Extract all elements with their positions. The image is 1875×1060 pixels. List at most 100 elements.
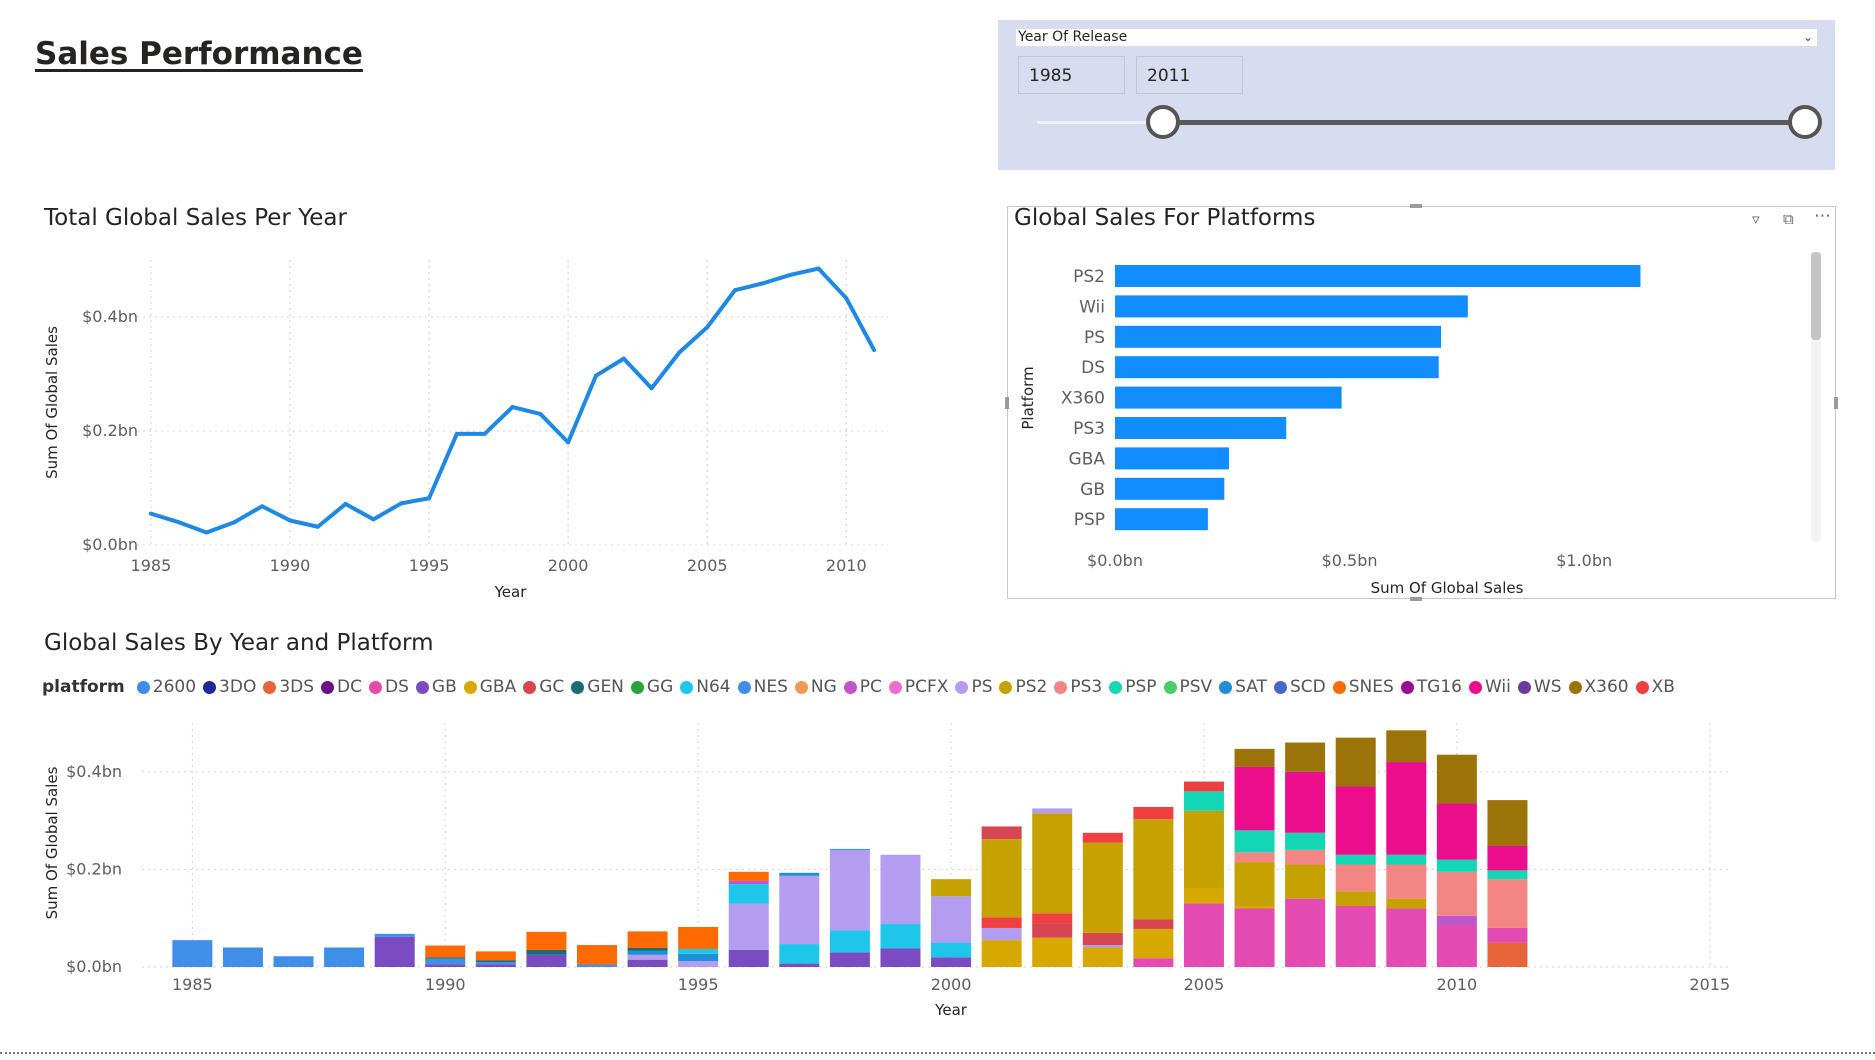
legend-label: 3DS: [279, 677, 315, 697]
legend-item-gc[interactable]: GC: [523, 677, 564, 697]
stack-bar-segment: [1285, 832, 1326, 850]
legend-item-gg[interactable]: GG: [630, 677, 673, 697]
stacked-chart-legend: platform 2600 3DO 3DS DC DS GB GBA GC GEN GG N64 NE…: [42, 676, 1682, 698]
legend-swatch: [1635, 680, 1649, 694]
legend-item-scd[interactable]: SCD: [1273, 677, 1326, 697]
stack-bar-segment: [880, 854, 921, 925]
legend-item-dc[interactable]: DC: [321, 677, 362, 697]
stack-bar-segment: [1285, 849, 1326, 865]
legend-item-3ds[interactable]: 3DS: [263, 677, 314, 697]
stack-bar-segment: [1234, 906, 1275, 909]
stack-bar-segment: [1183, 888, 1224, 904]
stack-bar-segment: [627, 954, 668, 960]
hbar-bar: [1115, 265, 1641, 287]
legend-item-wii[interactable]: Wii: [1469, 677, 1511, 697]
hbar-scrollbar-thumb[interactable]: [1811, 252, 1821, 340]
slicer-handle-start[interactable]: [1146, 105, 1180, 139]
legend-label: SCD: [1289, 677, 1326, 697]
line-point: [816, 266, 821, 271]
stack-y-axis-label: Sum Of Global Sales: [43, 766, 61, 919]
legend-item-3do[interactable]: 3DO: [203, 677, 256, 697]
legend-item-ng[interactable]: NG: [794, 677, 837, 697]
line-point: [760, 281, 765, 286]
hbar-x-tick-label: $0.5bn: [1322, 551, 1378, 570]
legend-item-ps2[interactable]: PS2: [999, 677, 1047, 697]
legend-label: GB: [431, 677, 457, 697]
stack-bar-segment: [475, 964, 516, 967]
legend-item-gb[interactable]: GB: [415, 677, 457, 697]
stack-bar-segment: [1234, 830, 1275, 853]
legend-item-tg16[interactable]: TG16: [1400, 677, 1462, 697]
legend-item-xb[interactable]: XB: [1635, 677, 1675, 697]
legend-item-sat[interactable]: SAT: [1219, 677, 1267, 697]
legend-label: PS2: [1015, 677, 1048, 697]
stack-bar-segment: [931, 957, 972, 967]
legend-item-ps[interactable]: PS: [955, 677, 992, 697]
legend-item-nes[interactable]: NES: [737, 677, 788, 697]
stack-bar-segment: [1285, 864, 1326, 899]
stack-bar-segment: [1183, 781, 1224, 792]
stack-bar-segment: [1487, 927, 1528, 943]
stacked-chart-title: Global Sales By Year and Platform: [44, 630, 434, 656]
slicer-handle-end[interactable]: [1788, 105, 1822, 139]
stack-bar-segment: [425, 957, 466, 959]
legend-item-pcfx[interactable]: PCFX: [888, 677, 948, 697]
stack-bar-segment: [981, 927, 1022, 941]
stack-bar-segment: [374, 933, 415, 937]
legend-item-gen[interactable]: GEN: [571, 677, 624, 697]
legend-item-pc[interactable]: PC: [843, 677, 882, 697]
stack-bar-segment: [1183, 791, 1224, 811]
legend-item-snes[interactable]: SNES: [1332, 677, 1394, 697]
legend-item-2600[interactable]: 2600: [136, 677, 196, 697]
slicer-track-unselected: [1037, 121, 1163, 124]
stack-bar-segment: [1082, 932, 1123, 946]
line-point: [733, 288, 738, 293]
slicer-to-input[interactable]: 2011: [1136, 56, 1243, 94]
frame-handle-top[interactable]: [1410, 204, 1422, 208]
line-series: [150, 266, 876, 535]
stack-x-tick-label: 2005: [1184, 975, 1225, 994]
stack-bar-segment: [172, 940, 213, 967]
legend-item-psp[interactable]: PSP: [1109, 677, 1157, 697]
hbar-category-label: GBA: [1069, 449, 1106, 469]
slicer-from-input[interactable]: 1985: [1018, 56, 1125, 94]
slicer-track-selected[interactable]: [1163, 120, 1805, 125]
legend-item-ws[interactable]: WS: [1517, 677, 1562, 697]
stack-x-tick-label: 2000: [931, 975, 972, 994]
legend-item-ps3[interactable]: PS3: [1054, 677, 1102, 697]
filter-icon[interactable]: ▿: [1752, 210, 1760, 228]
legend-label: PS3: [1070, 677, 1103, 697]
stack-bar-segment: [829, 848, 870, 850]
line-point: [399, 501, 404, 506]
legend-item-n64[interactable]: N64: [680, 677, 731, 697]
stack-bar-segment: [1386, 854, 1427, 865]
legend-item-psv[interactable]: PSV: [1163, 677, 1212, 697]
stack-bar-segment: [1487, 879, 1528, 928]
chevron-down-icon[interactable]: ⌄: [1803, 29, 1813, 46]
stack-bar-segment: [1234, 852, 1275, 863]
line-y-tick-label: $0.4bn: [82, 307, 138, 326]
focus-mode-icon[interactable]: ⧉: [1783, 210, 1794, 228]
legend-item-x360[interactable]: X360: [1568, 677, 1629, 697]
stack-bar-segment: [1285, 771, 1326, 833]
line-point: [705, 325, 710, 330]
stack-bar-segment: [222, 947, 263, 967]
stack-bar-segment: [1335, 864, 1376, 892]
stack-bar-segment: [1386, 864, 1427, 899]
stack-bar-segment: [1386, 898, 1427, 909]
legend-swatch: [1469, 680, 1482, 694]
line-point: [538, 411, 543, 416]
legend-label: WS: [1533, 677, 1562, 697]
legend-label: NG: [810, 677, 837, 697]
more-options-icon[interactable]: ⋯: [1814, 206, 1831, 226]
legend-item-gba[interactable]: GBA: [463, 677, 516, 697]
legend-item-ds[interactable]: DS: [369, 677, 409, 697]
legend-swatch: [369, 680, 383, 694]
stack-bar-segment: [1335, 786, 1376, 855]
stack-bar-segment: [425, 958, 466, 965]
stack-bar-segment: [273, 956, 314, 967]
stack-bar-segment: [779, 875, 820, 945]
slicer-field-dropdown[interactable]: Year Of Release ⌄: [1016, 29, 1817, 46]
line-point: [566, 440, 571, 445]
legend-label: N64: [696, 677, 731, 697]
